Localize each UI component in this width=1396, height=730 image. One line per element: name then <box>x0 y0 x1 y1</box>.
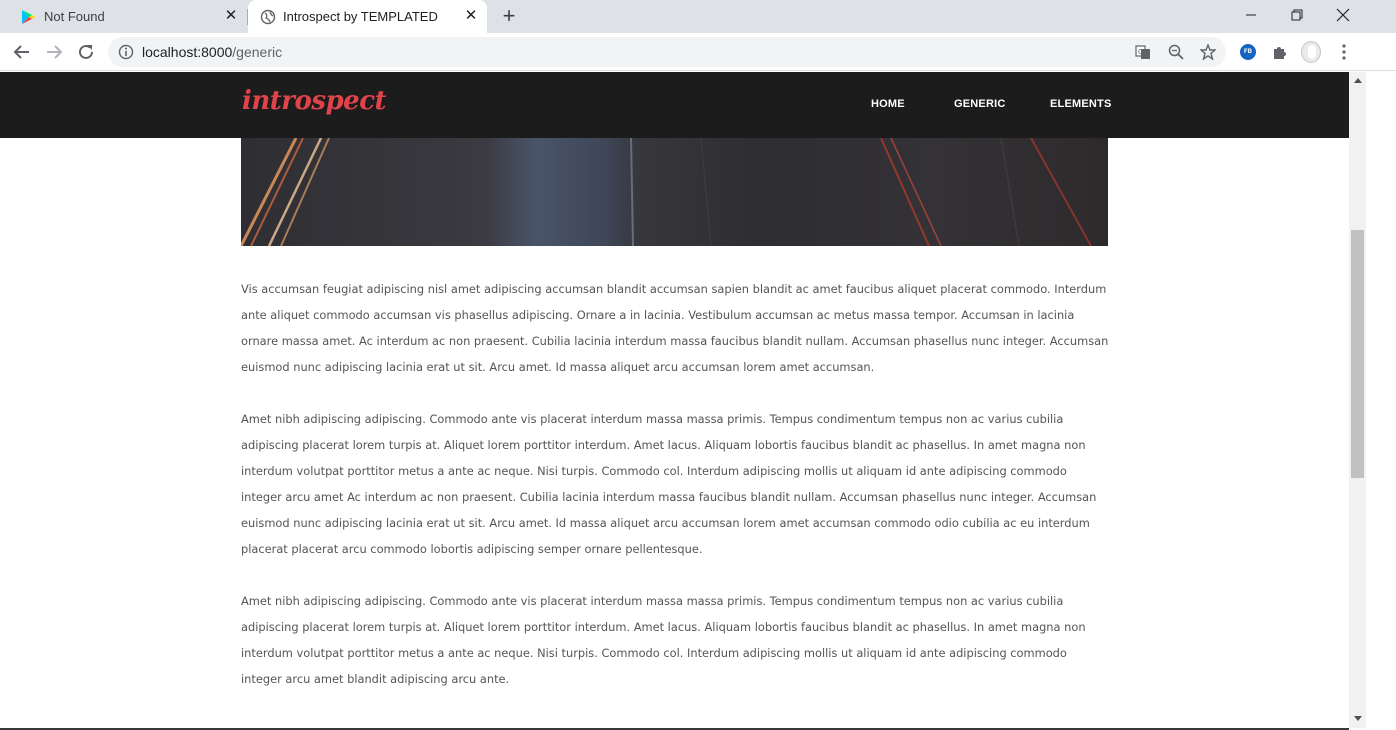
url-host: localhost:8000 <box>142 44 233 60</box>
caret-down-icon <box>1353 716 1362 721</box>
browser-toolbar: localhost:8000/generic G FB <box>0 33 1396 71</box>
reload-icon <box>79 44 93 59</box>
restore-icon <box>1291 9 1303 21</box>
banner-image <box>241 138 1108 246</box>
avatar-icon <box>1301 41 1321 63</box>
kebab-menu-icon <box>1342 44 1346 60</box>
profile-button[interactable] <box>1301 41 1321 63</box>
svg-text:G: G <box>1138 48 1143 56</box>
main-content: Vis accumsan feugiat adipiscing nisl ame… <box>241 276 1109 718</box>
close-icon[interactable]: ✕ <box>463 8 479 24</box>
close-icon <box>1336 8 1350 22</box>
paragraph: Amet nibh adipiscing adipiscing. Commodo… <box>241 412 1097 556</box>
fb-extension-button[interactable]: FB <box>1238 42 1258 62</box>
nav-link-elements[interactable]: ELEMENTS <box>1050 98 1112 110</box>
tab-strip: Not Found ✕ Introspect by TEMPLATED ✕ + <box>0 0 1396 33</box>
site-header: introspect HOME GENERIC ELEMENTS <box>0 72 1349 138</box>
fb-extension-icon: FB <box>1240 44 1256 60</box>
paragraph: Vis accumsan feugiat adipiscing nisl ame… <box>241 282 1109 374</box>
minimize-icon <box>1246 14 1256 16</box>
url-path: /generic <box>232 44 283 60</box>
globe-icon <box>260 9 276 25</box>
menu-button[interactable] <box>1334 42 1354 62</box>
address-bar[interactable]: localhost:8000/generic G <box>108 37 1226 67</box>
caret-up-icon <box>1353 78 1362 83</box>
google-play-icon <box>22 10 35 24</box>
extensions-button[interactable] <box>1270 42 1290 62</box>
info-icon[interactable] <box>118 44 134 60</box>
translate-icon[interactable]: G <box>1135 44 1151 60</box>
nav-link-home[interactable]: HOME <box>871 98 905 110</box>
tab-not-found[interactable]: Not Found ✕ <box>0 0 247 33</box>
new-tab-button[interactable]: + <box>499 5 519 27</box>
road-light-trails-image <box>241 138 1092 246</box>
minimize-button[interactable] <box>1228 0 1274 30</box>
puzzle-icon <box>1274 47 1286 59</box>
restore-button[interactable] <box>1274 0 1320 30</box>
paragraph: Amet nibh adipiscing adipiscing. Commodo… <box>241 594 1086 686</box>
tab-title: Introspect by TEMPLATED <box>283 9 438 24</box>
scroll-down-arrow[interactable] <box>1349 712 1366 726</box>
reload-button[interactable] <box>75 41 97 63</box>
site-logo[interactable]: introspect <box>242 86 387 116</box>
arrow-right-icon <box>47 45 63 59</box>
zoom-icon[interactable] <box>1168 44 1184 60</box>
forward-button[interactable] <box>43 41 65 63</box>
star-icon[interactable] <box>1200 44 1216 60</box>
close-icon[interactable]: ✕ <box>223 8 239 24</box>
tab-introspect[interactable]: Introspect by TEMPLATED ✕ <box>248 0 487 33</box>
back-button[interactable] <box>11 41 33 63</box>
url-text[interactable]: localhost:8000/generic <box>142 44 282 60</box>
scrollbar-thumb[interactable] <box>1351 230 1364 478</box>
arrow-left-icon <box>13 45 29 59</box>
tab-title: Not Found <box>44 9 105 24</box>
scroll-up-arrow[interactable] <box>1349 73 1366 87</box>
page-viewport: introspect HOME GENERIC ELEMENTS Vis acc… <box>0 72 1349 728</box>
nav-link-generic[interactable]: GENERIC <box>954 98 1006 110</box>
window-close-button[interactable] <box>1320 0 1366 30</box>
